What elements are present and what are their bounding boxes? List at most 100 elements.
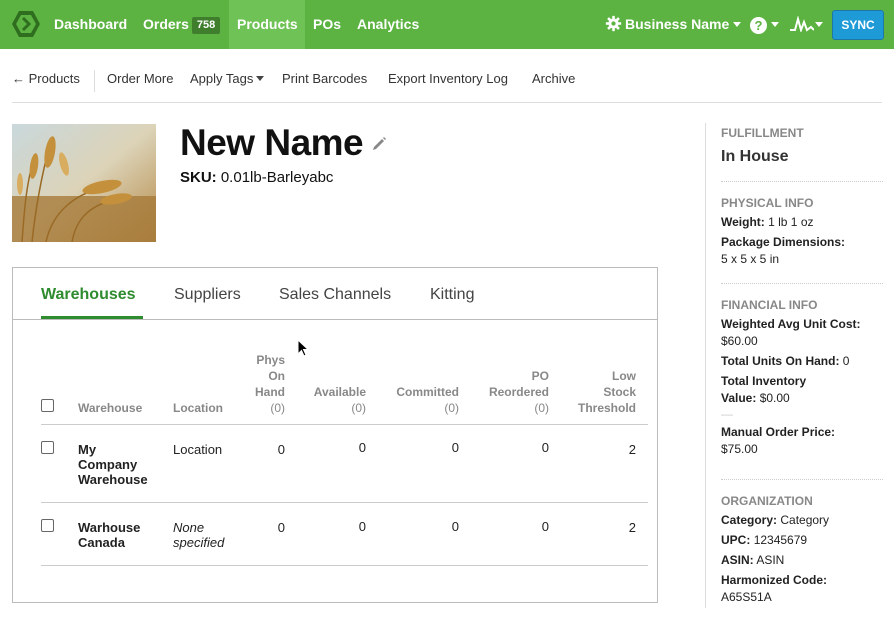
cell-low-stock-threshold[interactable]: 2 [593,442,636,457]
orders-count-badge: 758 [191,17,221,34]
total-inventory-value: $0.00 [759,391,790,405]
dash-separator: — [721,407,733,421]
asin-line: ASIN: ASIN [721,552,883,569]
apply-tags-label: Apply Tags [190,71,254,86]
header-committed-label: Committed [396,385,459,399]
mouse-cursor-icon [297,339,309,357]
top-nav: Dashboard Orders 758 Products POs Analyti… [0,0,894,49]
nav-dashboard-label: Dashboard [54,16,128,32]
nav-products-label: Products [237,16,298,32]
organization-section[interactable]: ORGANIZATION Category: Category UPC: 123… [721,493,883,606]
nav-pos-label: POs [313,16,342,32]
total-inventory-value-label: Value: [721,391,757,405]
archive-button[interactable]: Archive [532,64,575,94]
activity-pulse-icon [790,15,815,34]
category-label: Category: [721,513,778,527]
header-available[interactable]: Available (0) [293,384,366,416]
cell-committed: 0 [451,440,459,455]
asin-value: ASIN [756,553,785,567]
header-po-reordered[interactable]: PO Reordered (0) [469,368,549,416]
wheat-photo-icon [12,124,156,242]
row-checkbox[interactable] [41,519,54,532]
tab-sales-channels[interactable]: Sales Channels [279,284,391,306]
app-logo-icon[interactable] [11,9,41,39]
chevron-down-icon [815,22,823,27]
chevron-down-icon [733,22,742,27]
inventory-tab-panel: Warehouses Suppliers Sales Channels Kitt… [12,267,658,603]
nav-dashboard[interactable]: Dashboard [46,0,135,49]
header-phys-on-hand[interactable]: Phys On Hand (0) [233,352,285,416]
nav-products[interactable]: Products [229,0,305,49]
sidebar-divider [721,283,883,284]
total-inventory-value-line: Total Inventory Value: $0.00 [721,373,883,407]
total-units-value: 0 [842,354,850,368]
header-low-stock-threshold[interactable]: Low Stock Threshold [557,368,636,416]
warehouse-name-line: Company [78,457,138,472]
tab-warehouses[interactable]: Warehouses [41,284,136,306]
chevron-down-icon [256,76,265,81]
action-divider [94,70,95,92]
header-warehouse[interactable]: Warehouse [78,400,142,416]
warehouse-location-line: None [173,520,205,535]
business-menu[interactable]: Business Name [597,0,749,49]
gear-icon [605,15,622,32]
header-po-count: (0) [534,401,549,415]
apply-tags-button[interactable]: Apply Tags [190,64,265,94]
warehouse-location[interactable]: Location [173,442,222,457]
manual-order-price-value: $75.00 [721,442,758,456]
header-committed[interactable]: Committed (0) [373,384,459,416]
manual-order-price-label: Manual Order Price: [721,425,836,439]
weight-line: Weight: 1 lb 1 oz [721,214,883,231]
product-image[interactable] [12,124,156,242]
tab-suppliers[interactable]: Suppliers [174,284,241,306]
warehouse-location-line: Location [173,442,223,457]
manual-order-price-line: Manual Order Price: $75.00 [721,424,883,458]
warehouse-name[interactable]: Warhouse Canada [78,520,140,550]
total-inventory-label: Total Inventory [721,374,807,388]
export-inventory-log-button[interactable]: Export Inventory Log [388,64,508,94]
fulfillment-value[interactable]: In House [721,146,883,168]
help-icon: ? [750,17,767,34]
sync-button[interactable]: SYNC [832,10,884,40]
warehouse-location[interactable]: None specified [173,520,224,550]
header-phys-line: Hand [255,385,285,399]
back-to-products-link[interactable]: ← Products [12,64,80,94]
nav-analytics-label: Analytics [357,16,420,32]
sidebar-divider [721,181,883,182]
cell-low-stock-threshold[interactable]: 2 [593,520,636,535]
order-more-button[interactable]: Order More [107,64,173,94]
header-phys-line: Phys [256,353,285,367]
header-row-divider [41,424,648,425]
cell-phys-on-hand[interactable]: 0 [243,520,285,535]
nav-orders-label: Orders [143,16,189,32]
select-all-checkbox[interactable] [41,399,54,412]
nav-pos[interactable]: POs [305,0,349,49]
row-divider [41,502,648,503]
help-menu[interactable]: ? [742,0,787,49]
total-units-label: Total Units On Hand: [721,354,840,368]
cell-committed: 0 [451,519,459,534]
category-line: Category: Category [721,512,883,529]
header-phys-count: (0) [270,401,285,415]
header-committed-count: (0) [444,401,459,415]
tab-kitting[interactable]: Kitting [430,284,474,306]
pencil-edit-icon[interactable] [371,136,387,152]
header-location[interactable]: Location [173,400,223,416]
cell-phys-on-hand[interactable]: 0 [243,442,285,457]
warehouse-name[interactable]: My Company Warehouse [78,442,148,487]
financial-info-section[interactable]: FINANCIAL INFO Weighted Avg Unit Cost: $6… [721,297,883,458]
activity-menu[interactable] [782,0,831,49]
physical-info-heading: PHYSICAL INFO [721,196,814,210]
harmonized-code-line: Harmonized Code: A65S51A [721,572,883,606]
header-available-label: Available [313,385,366,399]
product-title: New Name [180,122,364,163]
nav-analytics[interactable]: Analytics [349,0,427,49]
row-checkbox[interactable] [41,441,54,454]
nav-orders[interactable]: Orders 758 [135,0,228,49]
weight-value: 1 lb 1 oz [768,215,814,229]
tab-divider [13,319,657,320]
warehouse-name-line: Canada [78,535,125,550]
physical-info-section[interactable]: PHYSICAL INFO Weight: 1 lb 1 oz Package … [721,195,883,268]
header-divider [12,102,882,103]
print-barcodes-button[interactable]: Print Barcodes [282,64,367,94]
